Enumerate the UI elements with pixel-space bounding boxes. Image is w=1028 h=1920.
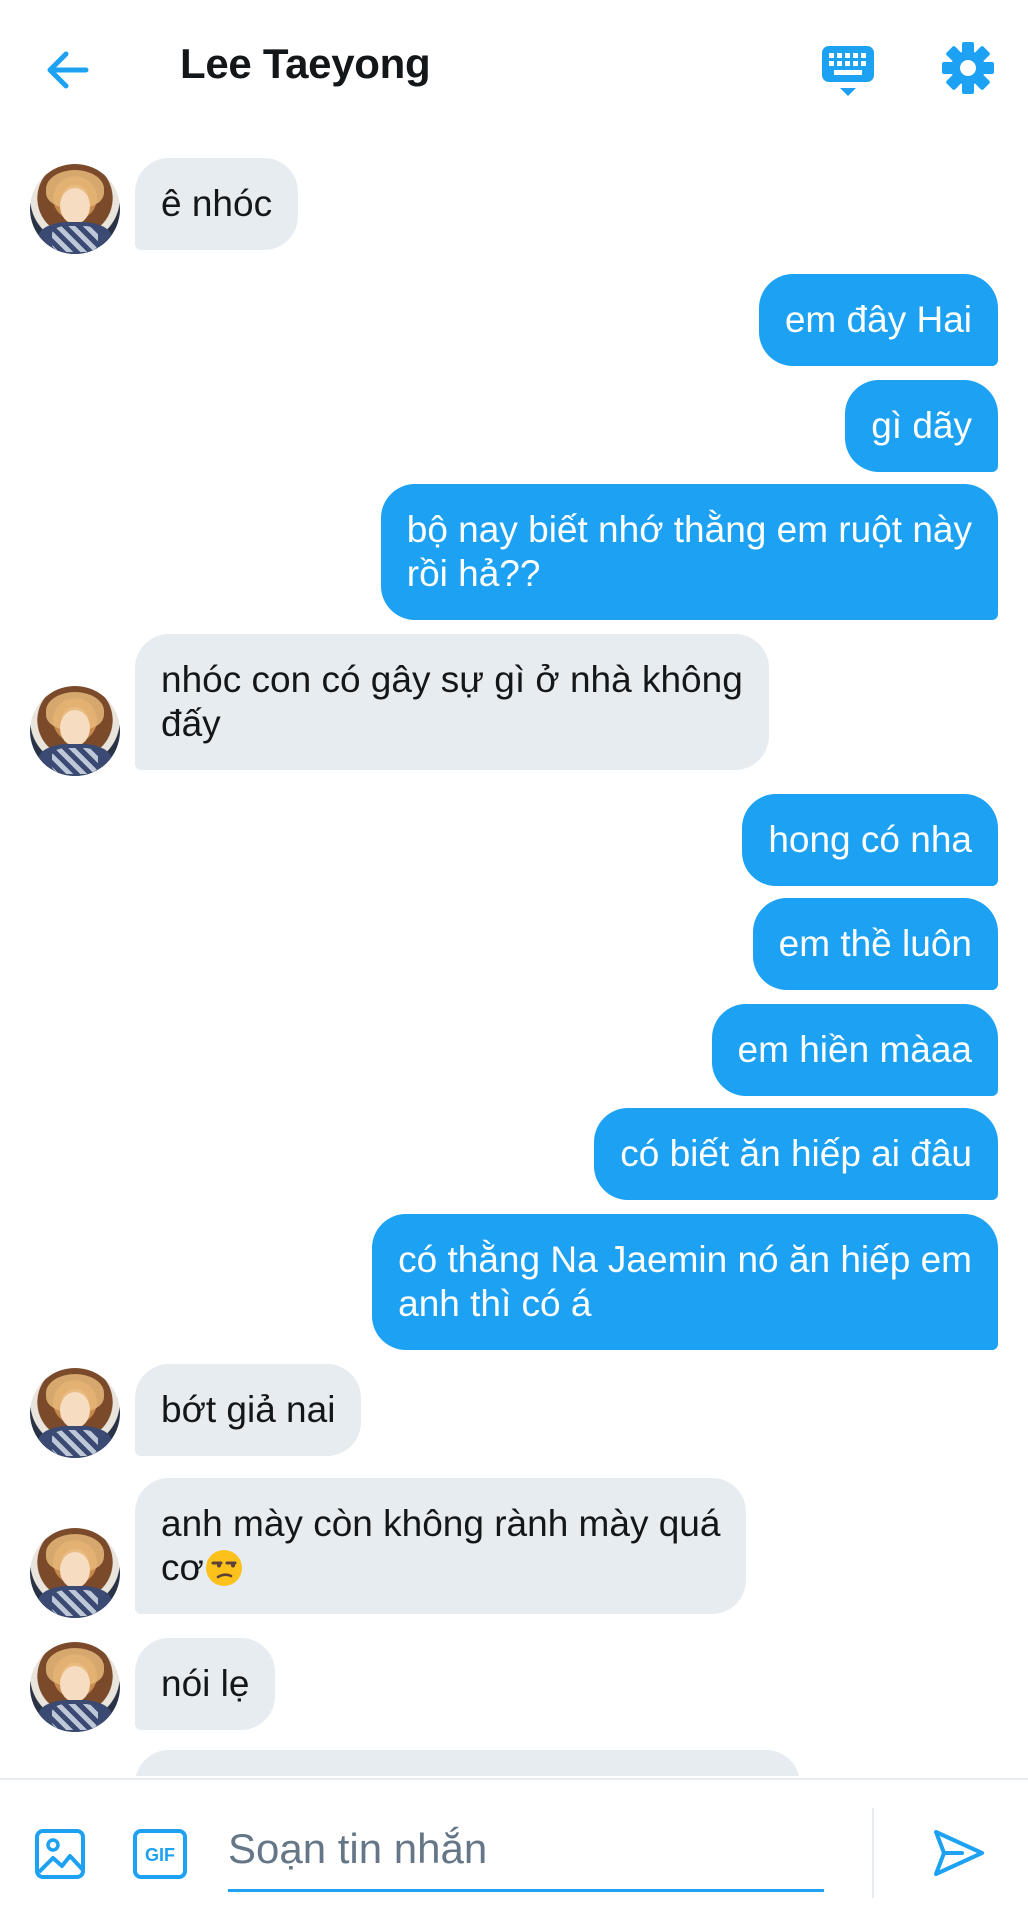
message-bubble-outgoing[interactable]: em thề luôn	[752, 898, 998, 990]
message-bubble-incoming[interactable]: bớt giả nai	[135, 1364, 362, 1456]
gear-icon	[942, 42, 994, 94]
message-bubble-incoming[interactable]: ê nhóc	[135, 158, 299, 250]
avatar[interactable]	[30, 1528, 120, 1618]
avatar[interactable]	[30, 164, 120, 254]
settings-button[interactable]	[940, 38, 996, 98]
arrow-left-icon	[47, 51, 89, 89]
back-button[interactable]	[40, 42, 96, 98]
message-thread[interactable]: ê nhóc em đây Hai gì dãy bộ nay biết nhớ…	[0, 134, 1028, 1776]
chat-title[interactable]: Lee Taeyong	[180, 40, 431, 88]
message-bubble-outgoing[interactable]: có thằng Na Jaemin nó ăn hiếp em anh thì…	[372, 1214, 998, 1350]
send-button[interactable]	[930, 1824, 988, 1882]
message-bubble-incoming-partial[interactable]	[135, 1750, 800, 1776]
unamused-face-icon	[205, 1550, 242, 1586]
keyboard-icon	[822, 46, 874, 96]
message-input[interactable]	[228, 1808, 824, 1892]
message-composer: GIF	[0, 1778, 1028, 1920]
avatar[interactable]	[30, 1368, 120, 1458]
keyboard-button[interactable]	[818, 40, 878, 100]
message-bubble-outgoing[interactable]: có biết ăn hiếp ai đâu	[594, 1108, 998, 1200]
avatar[interactable]	[30, 1642, 120, 1732]
avatar[interactable]	[30, 686, 120, 776]
message-bubble-incoming[interactable]: anh mày còn không rành mày quá cơ	[135, 1478, 747, 1614]
message-bubble-outgoing[interactable]: hong có nha	[742, 794, 998, 886]
message-bubble-outgoing[interactable]: em hiền màaa	[711, 1004, 998, 1096]
gif-icon: GIF	[133, 1829, 187, 1879]
gif-button[interactable]: GIF	[132, 1828, 188, 1880]
chat-header: Lee Taeyong	[0, 0, 1028, 134]
message-bubble-outgoing[interactable]: gì dãy	[845, 380, 998, 472]
image-icon	[35, 1829, 85, 1879]
add-photo-button[interactable]	[34, 1828, 86, 1880]
message-bubble-incoming[interactable]: nhóc con có gây sự gì ở nhà không đấy	[135, 634, 769, 770]
message-bubble-outgoing[interactable]: bộ nay biết nhớ thằng em ruột này rồi hả…	[380, 484, 998, 620]
message-bubble-incoming[interactable]: nói lẹ	[135, 1638, 276, 1730]
send-icon	[934, 1830, 984, 1876]
message-bubble-outgoing[interactable]: em đây Hai	[758, 274, 998, 366]
gif-label: GIF	[145, 1845, 175, 1865]
message-text: anh mày còn không rành mày quá cơ	[161, 1503, 721, 1588]
divider	[872, 1808, 874, 1898]
